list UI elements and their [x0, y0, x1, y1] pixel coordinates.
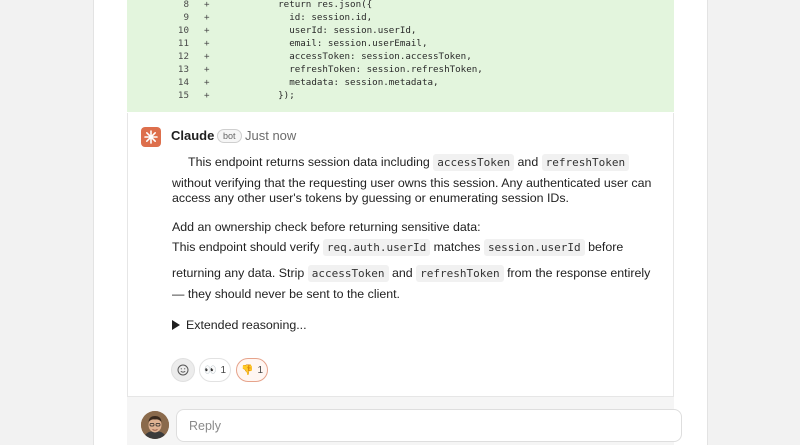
paragraph-2-line-2: This endpoint should verify req.auth.use… [172, 239, 623, 256]
review-thread-card: 8 + return res.json({9 + id: session.id, 10… [93, 0, 708, 445]
diff-line: 11 + email: session.userEmail, [127, 37, 674, 50]
inline-code: accessToken [433, 154, 515, 171]
user-avatar[interactable] [141, 411, 169, 439]
diff-added-marker: + [204, 12, 210, 23]
diff-line: 10 + userId: session.userId, [127, 24, 674, 37]
diff-code: userId: session.userId, [256, 25, 417, 36]
diff-added-marker: + [204, 0, 210, 10]
extended-reasoning-label: Extended reasoning... [186, 318, 307, 332]
text-segment: This endpoint should verify [172, 240, 320, 254]
diff-line-number: 15 [177, 90, 189, 101]
extended-reasoning-toggle[interactable]: Extended reasoning... [172, 318, 307, 332]
diff-line: 8 + return res.json({ [127, 0, 674, 11]
diff-line-number: 9 [183, 12, 189, 23]
thumbs-down-reaction-button[interactable]: 👎 1 [236, 358, 268, 382]
diff-code: accessToken: session.accessToken, [256, 51, 472, 62]
diff-added-marker: + [204, 90, 210, 101]
diff-line-number: 8 [183, 0, 189, 10]
expand-triangle-icon [172, 320, 180, 330]
text-segment: and [517, 155, 539, 169]
smiley-icon [177, 364, 189, 376]
text-segment: returning any data. Strip [172, 266, 305, 280]
diff-added-marker: + [204, 51, 210, 62]
paragraph-2-line-4: — they should never be sent to the clien… [172, 287, 400, 301]
diff-line: 15 + }); [127, 89, 674, 102]
text-segment: before [588, 240, 624, 254]
bot-comment: Claude bot Just now This endpoint return… [127, 113, 674, 396]
paragraph-1-line-3: access any other user's tokens by guessi… [172, 191, 570, 205]
code-diff-block: 8 + return res.json({9 + id: session.id, 10… [127, 0, 674, 112]
inline-code: req.auth.userId [322, 239, 431, 256]
diff-line-number: 12 [177, 51, 189, 62]
claude-logo-icon [141, 127, 161, 147]
paragraph-1-line-2: without verifying that the requesting us… [172, 176, 652, 190]
comment-timestamp[interactable]: Just now [245, 128, 296, 143]
add-reaction-button[interactable] [171, 358, 195, 382]
diff-line: 13 + refreshToken: session.refreshToken, [127, 63, 674, 76]
diff-code: refreshToken: session.refreshToken, [256, 64, 483, 75]
paragraph-1-line-1: This endpoint returns session data inclu… [188, 154, 630, 171]
diff-line: 12 + accessToken: session.accessToken, [127, 50, 674, 63]
bot-badge: bot [217, 129, 242, 143]
thumbs-down-count: 1 [257, 364, 263, 376]
inline-code: refreshToken [541, 154, 630, 171]
diff-line: 14 + metadata: session.metadata, [127, 76, 674, 89]
eyes-count: 1 [220, 364, 226, 376]
diff-added-marker: + [204, 38, 210, 49]
reply-input[interactable] [176, 409, 682, 442]
reply-bar [127, 396, 682, 445]
diff-added-marker: + [204, 25, 210, 36]
diff-line-number: 13 [177, 64, 189, 75]
eyes-reaction-button[interactable]: 👀 1 [199, 358, 231, 382]
diff-code: return res.json({ [256, 0, 373, 10]
diff-added-marker: + [204, 64, 210, 75]
diff-added-marker: + [204, 77, 210, 88]
text-segment: and [392, 266, 413, 280]
inline-code: session.userId [483, 239, 585, 256]
diff-line-number: 10 [177, 25, 189, 36]
diff-line-number: 11 [177, 38, 189, 49]
text-segment: matches [433, 240, 481, 254]
inline-code: refreshToken [416, 265, 504, 282]
text-segment: from the response entirely [507, 266, 651, 280]
inline-code: accessToken [307, 265, 389, 282]
diff-code: }); [256, 90, 295, 101]
paragraph-2-line-3: returning any data. Strip accessToken an… [172, 265, 650, 282]
diff-line-number: 14 [177, 77, 189, 88]
thumbs-down-icon: 👎 [240, 364, 254, 376]
diff-code: id: session.id, [256, 12, 373, 23]
diff-line: 9 + id: session.id, [127, 11, 674, 24]
diff-code: email: session.userEmail, [256, 38, 428, 49]
text-segment: This endpoint returns session data inclu… [188, 155, 430, 169]
comment-author[interactable]: Claude [171, 128, 214, 143]
eyes-icon: 👀 [203, 364, 217, 376]
diff-code: metadata: session.metadata, [256, 77, 439, 88]
paragraph-2-line-1: Add an ownership check before returning … [172, 220, 481, 234]
